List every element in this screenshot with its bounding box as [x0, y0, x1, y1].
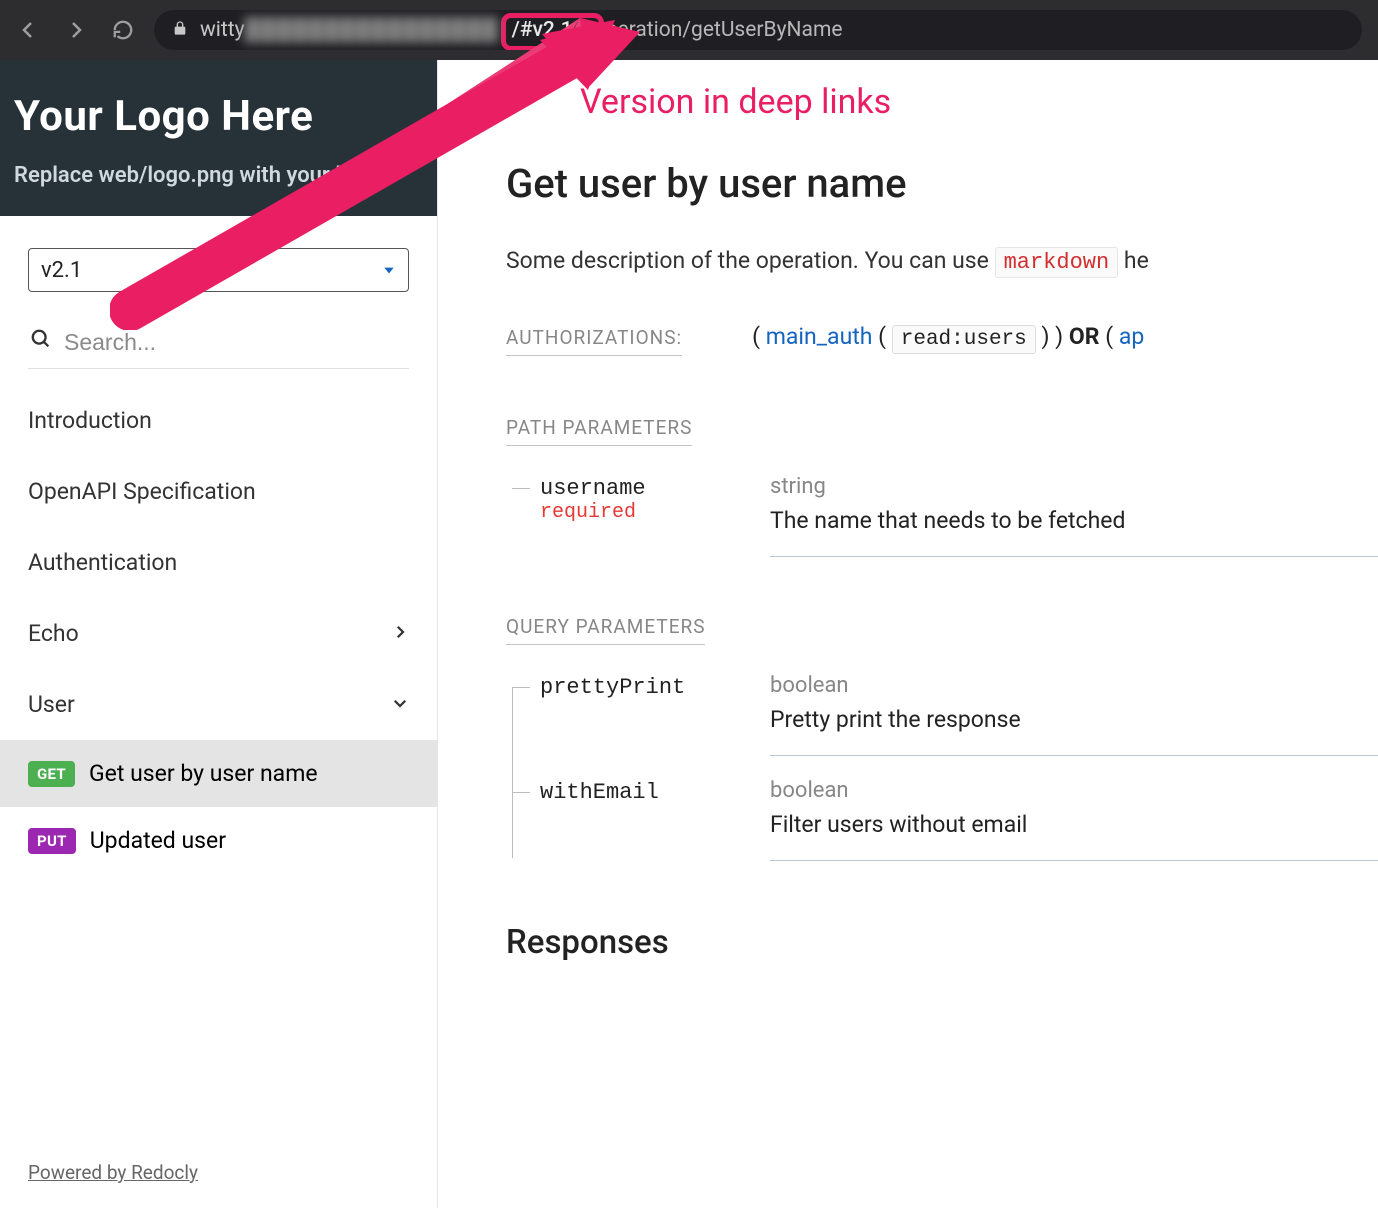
param-type: string	[770, 474, 1378, 499]
sidebar-subitem-label: Updated user	[90, 827, 226, 854]
path-parameters-label: PATH PARAMETERS	[506, 416, 692, 446]
sidebar-item-authentication[interactable]: Authentication	[0, 527, 437, 598]
sidebar-item-label: Authentication	[28, 549, 177, 576]
http-method-badge: GET	[28, 761, 75, 787]
search-icon	[30, 328, 52, 356]
responses-heading: Responses	[506, 923, 1378, 962]
nav-list: Introduction OpenAPI Specification Authe…	[0, 375, 437, 1143]
version-select-value: v2.1	[41, 258, 82, 283]
forward-icon[interactable]	[64, 18, 88, 42]
url-prefix: witty	[200, 18, 245, 42]
version-select[interactable]: v2.1	[28, 248, 409, 292]
chevron-down-icon	[391, 691, 409, 718]
param-row-prettyprint: prettyPrint boolean Pretty print the res…	[510, 673, 1378, 778]
sidebar-subitem-updated-user[interactable]: PUT Updated user	[0, 807, 437, 874]
sidebar-item-user[interactable]: User	[0, 669, 437, 740]
required-badge: required	[540, 501, 770, 524]
authorizations-label: AUTHORIZATIONS:	[506, 326, 682, 356]
page-title: Get user by user name	[506, 160, 1378, 207]
auth-main-link[interactable]: main_auth	[766, 323, 873, 350]
param-type: boolean	[770, 673, 1378, 698]
address-bar[interactable]: witty████████████████/#v2.1/operation/ge…	[154, 10, 1362, 50]
powered-by-link[interactable]: Powered by Redocly	[0, 1143, 437, 1208]
sidebar-item-label: Introduction	[28, 407, 152, 434]
param-name: prettyPrint	[540, 675, 685, 700]
sidebar-item-label: Echo	[28, 620, 79, 647]
chevron-right-icon	[391, 620, 409, 647]
back-icon[interactable]	[16, 18, 40, 42]
query-parameters-label: QUERY PARAMETERS	[506, 615, 705, 645]
browser-bar: witty████████████████/#v2.1/operation/ge…	[0, 0, 1378, 60]
param-name: withEmail	[540, 780, 659, 805]
caret-down-icon	[382, 258, 396, 283]
authorizations-row: AUTHORIZATIONS: ( main_auth ( read:users…	[506, 323, 1378, 378]
param-name: username	[540, 476, 646, 501]
sidebar-item-label: OpenAPI Specification	[28, 478, 256, 505]
param-desc: Pretty print the response	[770, 706, 1378, 733]
search-box[interactable]	[28, 316, 409, 369]
reload-icon[interactable]	[112, 19, 134, 41]
auth-scope: read:users	[892, 325, 1036, 354]
browser-nav-buttons	[16, 18, 134, 42]
logo-subtitle: Replace web/logo.png with your logo	[14, 163, 423, 188]
main-content: Get user by user name Some description o…	[438, 60, 1378, 1208]
url-suffix: peration/getUserByName	[606, 18, 843, 42]
annotation-label: Version in deep links	[580, 82, 891, 122]
logo-block: Your Logo Here Replace web/logo.png with…	[0, 60, 437, 216]
search-input[interactable]	[64, 329, 407, 356]
sidebar: Your Logo Here Replace web/logo.png with…	[0, 60, 438, 1208]
path-parameters-block: PATH PARAMETERS username required string…	[506, 416, 1378, 579]
param-row-username: username required string The name that n…	[510, 474, 1378, 579]
code-markdown: markdown	[995, 247, 1119, 278]
sidebar-item-label: User	[28, 691, 75, 718]
authorizations-value: ( main_auth ( read:users ) ) OR ( ap	[752, 323, 1144, 351]
sidebar-item-introduction[interactable]: Introduction	[0, 385, 437, 456]
sidebar-item-openapi-specification[interactable]: OpenAPI Specification	[0, 456, 437, 527]
sidebar-subitem-label: Get user by user name	[89, 760, 318, 787]
param-type: boolean	[770, 778, 1378, 803]
auth-api-link[interactable]: ap	[1119, 323, 1144, 350]
query-parameters-block: QUERY PARAMETERS prettyPrint boolean Pre…	[506, 615, 1378, 883]
url-highlight: /#v2.1/o	[501, 13, 604, 50]
sidebar-item-echo[interactable]: Echo	[0, 598, 437, 669]
operation-description: Some description of the operation. You c…	[506, 247, 1378, 275]
param-row-withemail: withEmail boolean Filter users without e…	[510, 778, 1378, 883]
logo-title: Your Logo Here	[14, 92, 423, 141]
lock-icon	[172, 18, 188, 42]
url-blurred: ████████████████	[245, 18, 499, 42]
sidebar-subitem-get-user[interactable]: GET Get user by user name	[0, 740, 437, 807]
param-desc: Filter users without email	[770, 811, 1378, 838]
param-desc: The name that needs to be fetched	[770, 507, 1378, 534]
http-method-badge: PUT	[28, 828, 76, 854]
